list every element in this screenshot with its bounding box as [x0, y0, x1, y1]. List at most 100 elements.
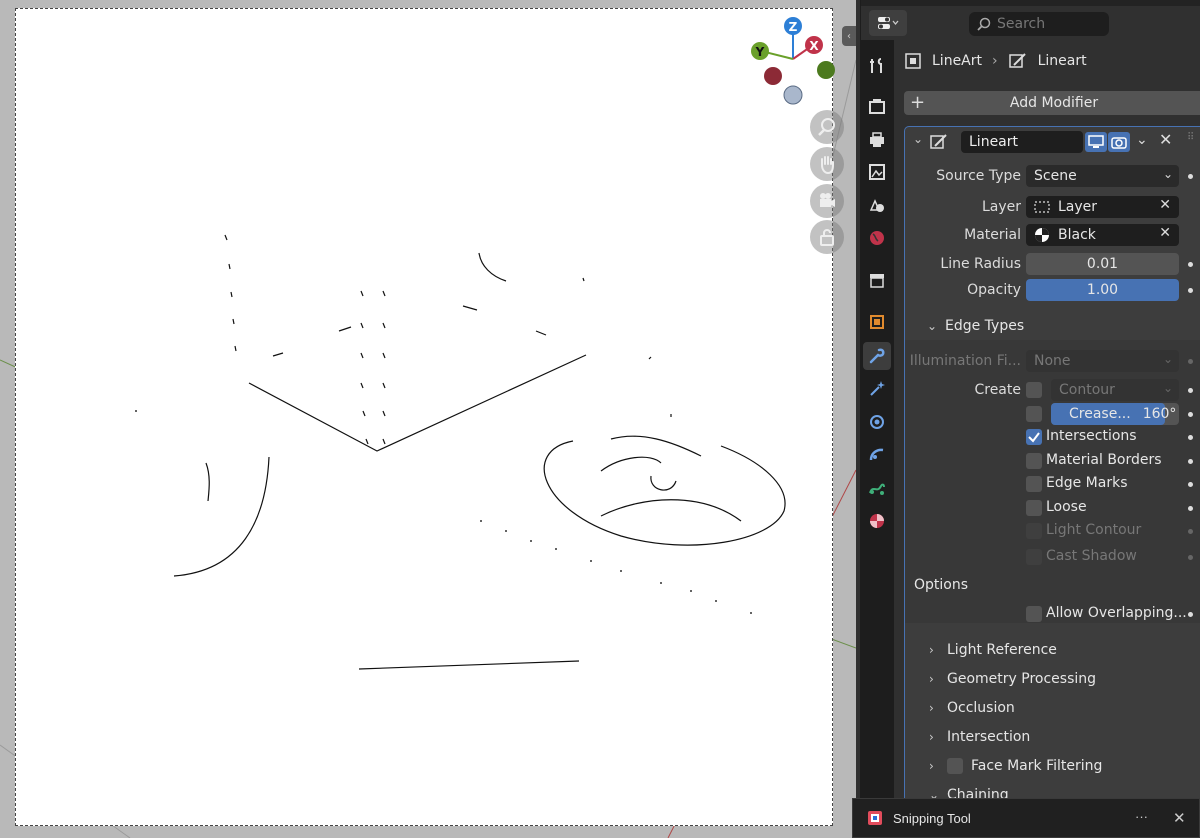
contour-select[interactable]: Contour ⌄	[1051, 379, 1179, 401]
source-type-label: Source Type	[936, 168, 1021, 184]
tab-constraints[interactable]	[863, 441, 891, 469]
chevron-down-icon: ⌄	[1162, 352, 1173, 366]
edge-type-checkbox[interactable]	[1026, 523, 1042, 539]
tab-world[interactable]	[863, 224, 891, 252]
keyframe-dot-icon[interactable]	[1188, 388, 1193, 393]
tab-output[interactable]	[863, 126, 891, 154]
chevron-right-icon: ›	[929, 701, 934, 715]
edge-type-checkbox[interactable]	[1026, 476, 1042, 492]
keyframe-dot-icon[interactable]	[1188, 412, 1193, 417]
sidebar-collapse-handle[interactable]: ‹	[842, 26, 856, 46]
clear-layer-icon[interactable]: ✕	[1159, 197, 1171, 213]
illumination-select[interactable]: None ⌄	[1026, 350, 1179, 372]
snipping-tool-icon	[868, 811, 882, 825]
editor-type-icon	[878, 17, 899, 29]
contour-checkbox[interactable]	[1026, 382, 1042, 398]
more-options-icon[interactable]: ···	[1135, 809, 1148, 824]
crease-slider[interactable]: Crease... 160°	[1051, 403, 1179, 425]
section-header[interactable]: › Intersection	[905, 725, 1200, 749]
edge-type-checkbox[interactable]	[1026, 500, 1042, 516]
modifier-dropdown-icon[interactable]: ⌄	[1136, 132, 1148, 148]
drag-handle-icon[interactable]: ⠿	[1187, 132, 1194, 143]
edge-type-checkbox[interactable]	[1026, 429, 1042, 445]
chevron-right-icon: ›	[992, 53, 998, 69]
keyframe-dot-icon[interactable]	[1188, 612, 1193, 617]
tab-scene[interactable]	[863, 191, 891, 219]
section-header[interactable]: › Light Reference	[905, 638, 1200, 662]
modifier-name-field[interactable]: Lineart	[961, 131, 1083, 153]
tab-physics[interactable]	[863, 408, 891, 436]
camera-view-button[interactable]	[810, 184, 844, 218]
modifier-header: ⌄ Lineart ⌄ ✕ ⠿	[905, 127, 1200, 157]
keyframe-dot-icon[interactable]	[1188, 288, 1193, 293]
lock-camera-button[interactable]	[810, 220, 844, 254]
tab-view-layer[interactable]	[863, 158, 891, 186]
keyframe-dot-icon[interactable]	[1188, 262, 1193, 267]
keyframe-dot-icon[interactable]	[1188, 555, 1193, 560]
edge-type-checkbox[interactable]	[1026, 549, 1042, 565]
keyframe-dot-icon[interactable]	[1188, 482, 1193, 487]
layer-field[interactable]: Layer ✕	[1026, 196, 1179, 218]
clear-material-icon[interactable]: ✕	[1159, 225, 1171, 241]
show-in-render-toggle[interactable]	[1108, 132, 1130, 152]
chevron-down-icon[interactable]: ⌄	[913, 132, 923, 146]
snipping-tool-label: Snipping Tool	[893, 810, 971, 826]
edge-type-row: Light Contour	[905, 520, 1200, 544]
edge-types-header[interactable]: ⌄ Edge Types	[905, 314, 1200, 338]
line-radius-label: Line Radius	[940, 256, 1021, 272]
keyframe-dot-icon[interactable]	[1188, 359, 1193, 364]
tab-material[interactable]	[863, 507, 891, 535]
editor-type-button[interactable]	[869, 10, 907, 36]
wrench-icon	[869, 348, 885, 364]
material-field[interactable]: Black ✕	[1026, 224, 1179, 246]
section-label: Face Mark Filtering	[971, 758, 1103, 774]
tab-collection[interactable]	[863, 266, 891, 294]
search-input[interactable]: Search	[969, 12, 1109, 36]
zoom-button[interactable]	[810, 110, 844, 144]
face-mark-filtering-checkbox[interactable]	[947, 758, 963, 774]
tab-modifiers[interactable]	[863, 342, 891, 370]
gizmo-y-label: Y	[755, 45, 765, 59]
add-modifier-button[interactable]: + Add Modifier	[904, 91, 1200, 115]
edge-type-label: Intersections	[1046, 428, 1137, 444]
tab-data[interactable]	[863, 474, 891, 502]
chevron-right-icon: ›	[929, 759, 934, 773]
keyframe-dot-icon[interactable]	[1188, 174, 1193, 179]
tab-tool[interactable]	[863, 52, 891, 80]
monitor-icon	[1088, 135, 1104, 148]
section-header[interactable]: › Geometry Processing	[905, 667, 1200, 691]
tab-object[interactable]	[863, 308, 891, 336]
keyframe-dot-icon[interactable]	[1188, 506, 1193, 511]
edge-type-checkbox[interactable]	[1026, 453, 1042, 469]
allow-overlapping-checkbox[interactable]	[1026, 606, 1042, 622]
layer-label: Layer	[981, 199, 1021, 215]
3d-viewport[interactable]: Z X Y ‹	[0, 0, 856, 838]
edge-type-row: Material Borders	[905, 450, 1200, 474]
edge-type-label: Material Borders	[1046, 452, 1162, 468]
keyframe-dot-icon[interactable]	[1188, 435, 1193, 440]
tab-render[interactable]	[863, 92, 891, 120]
navigation-gizmo[interactable]: Z X Y	[748, 14, 840, 108]
keyframe-dot-icon[interactable]	[1188, 459, 1193, 464]
stroke-data-icon	[869, 483, 885, 495]
section-header[interactable]: › Face Mark Filtering	[905, 754, 1200, 778]
close-icon[interactable]: ✕	[1173, 809, 1186, 827]
render-icon	[869, 99, 885, 114]
camera-frame	[15, 8, 833, 826]
keyframe-dot-icon[interactable]	[1188, 529, 1193, 534]
show-in-viewport-toggle[interactable]	[1085, 132, 1107, 152]
line-radius-field[interactable]: 0.01	[1026, 253, 1179, 275]
opacity-slider[interactable]: 1.00	[1026, 279, 1179, 301]
chevron-down-icon: ⌄	[1162, 381, 1173, 395]
section-header[interactable]: › Occlusion	[905, 696, 1200, 720]
crease-checkbox[interactable]	[1026, 406, 1042, 422]
options-header: Options	[905, 573, 1200, 597]
remove-modifier-icon[interactable]: ✕	[1159, 130, 1172, 149]
snipping-tool-notification[interactable]: Snipping Tool ··· ✕	[852, 798, 1200, 838]
chevron-down-icon: ⌄	[1162, 167, 1173, 181]
tab-effects[interactable]	[863, 375, 891, 403]
source-type-select[interactable]: Scene ⌄	[1026, 165, 1179, 187]
lineart-modifier-panel: ⌄ Lineart ⌄ ✕ ⠿ Source Type Scene ⌄ Laye…	[904, 126, 1200, 838]
object-icon	[905, 53, 921, 69]
pan-button[interactable]	[810, 147, 844, 181]
